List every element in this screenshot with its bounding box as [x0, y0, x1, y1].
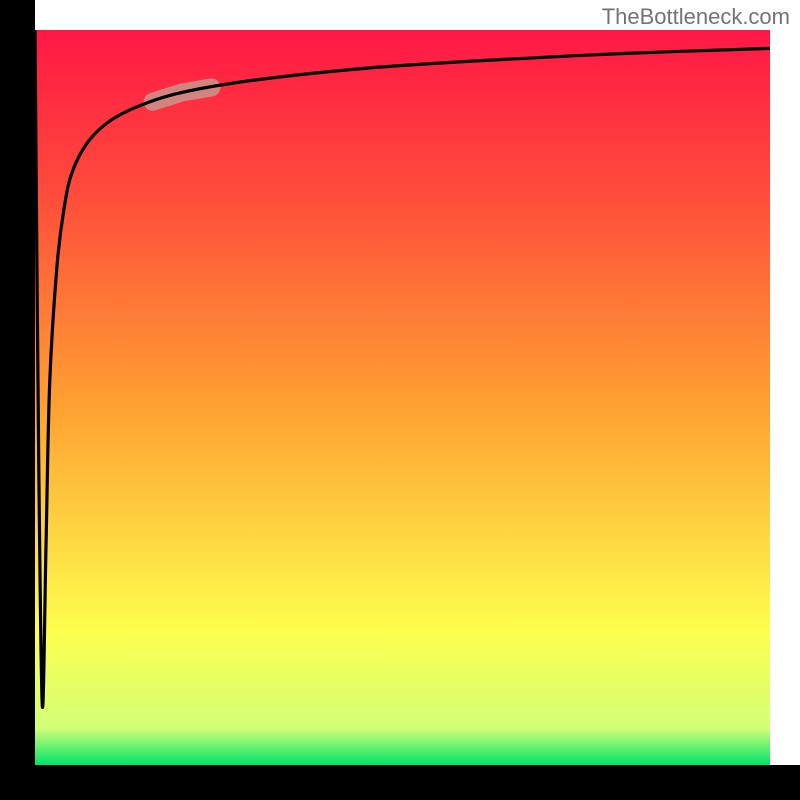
- watermark-text: TheBottleneck.com: [602, 4, 790, 30]
- chart-container: TheBottleneck.com: [0, 0, 800, 800]
- plot-background: [35, 30, 770, 765]
- chart-svg: [0, 0, 800, 800]
- y-axis-frame: [0, 0, 35, 800]
- x-axis-frame: [0, 765, 800, 800]
